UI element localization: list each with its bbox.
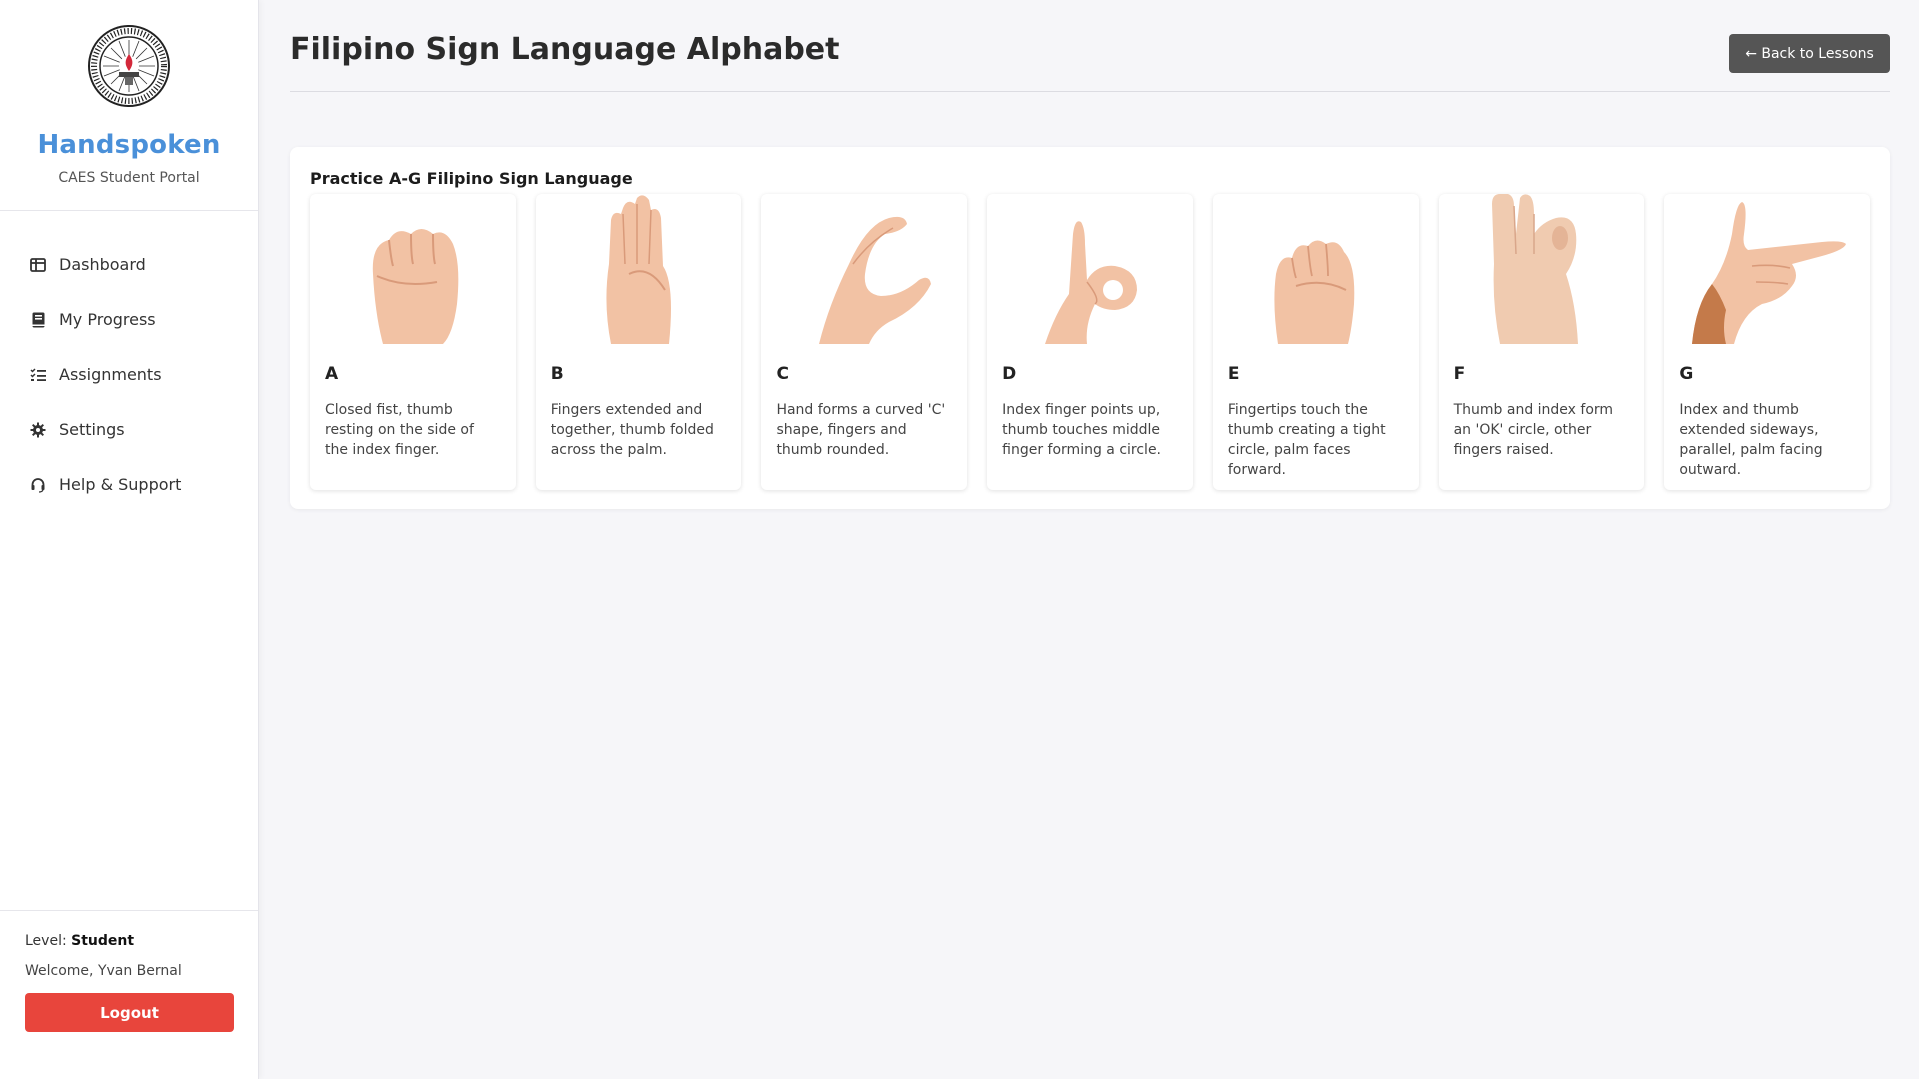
sign-card-e[interactable]: E Fingertips touch the thumb creating a … — [1212, 194, 1419, 490]
hand-sign-e-image — [1213, 194, 1419, 344]
main-content: Filipino Sign Language Alphabet ← Back t… — [290, 0, 1890, 509]
hand-sign-f-image — [1439, 194, 1645, 344]
headset-icon — [29, 476, 47, 494]
sidebar-item-label: My Progress — [59, 310, 156, 329]
sidebar-item-label: Help & Support — [59, 475, 182, 494]
sign-description: Fingers extended and together, thumb fol… — [550, 402, 714, 458]
sign-letter: C — [776, 364, 789, 384]
page-header: Filipino Sign Language Alphabet ← Back t… — [290, 0, 1890, 92]
sidebar-item-label: Dashboard — [59, 255, 146, 274]
sign-description: Index and thumb extended sideways, paral… — [1679, 402, 1823, 478]
gear-icon — [29, 421, 47, 439]
sign-card-f[interactable]: F Thumb and index form an 'OK' circle, o… — [1438, 194, 1645, 490]
sign-card-b[interactable]: B Fingers extended and together, thumb f… — [535, 194, 742, 490]
practice-panel: Practice A-G Filipino Sign Language A Cl… — [290, 147, 1890, 509]
back-to-lessons-button[interactable]: ← Back to Lessons — [1729, 34, 1890, 73]
user-level: Level: Student — [25, 933, 233, 949]
sign-description: Index finger points up, thumb touches mi… — [1002, 402, 1162, 458]
sign-letter: F — [1453, 364, 1466, 384]
sign-letter: A — [325, 364, 339, 384]
sidebar-item-dashboard[interactable]: Dashboard — [0, 237, 258, 292]
hand-sign-a-image — [310, 194, 516, 344]
sign-card-c[interactable]: C Hand forms a curved 'C' shape, fingers… — [761, 194, 968, 490]
sign-letter: B — [550, 364, 564, 384]
school-seal-logo — [88, 25, 170, 107]
brand-block: Handspoken CAES Student Portal — [0, 0, 258, 211]
sidebar-footer: Level: Student Welcome, Yvan Bernal Logo… — [0, 910, 258, 1079]
sign-card-a[interactable]: A Closed fist, thumb resting on the side… — [310, 194, 516, 490]
sidebar-nav: Dashboard My Progress Assignments Settin… — [0, 211, 258, 512]
hand-sign-g-image — [1664, 194, 1870, 344]
sign-letter: D — [1002, 364, 1017, 384]
sign-letter: E — [1227, 364, 1240, 384]
page-title: Filipino Sign Language Alphabet — [290, 32, 840, 67]
sign-card-g[interactable]: G Index and thumb extended sideways, par… — [1664, 194, 1871, 490]
sidebar-item-label: Settings — [59, 420, 125, 439]
logout-button[interactable]: Logout — [25, 993, 234, 1032]
brand-subtitle: CAES Student Portal — [58, 170, 200, 186]
level-value: Student — [71, 933, 135, 949]
sign-letter: G — [1679, 364, 1694, 384]
sidebar: Handspoken CAES Student Portal Dashboard… — [0, 0, 259, 1079]
sidebar-item-settings[interactable]: Settings — [0, 402, 258, 457]
hand-sign-c-image — [761, 194, 967, 344]
checklist-icon — [29, 366, 47, 384]
hand-sign-b-image — [536, 194, 742, 344]
sidebar-item-label: Assignments — [59, 365, 162, 384]
sidebar-item-help-support[interactable]: Help & Support — [0, 457, 258, 512]
brand-name: Handspoken — [37, 130, 221, 160]
sign-card-list: A Closed fist, thumb resting on the side… — [310, 194, 1871, 490]
sidebar-item-my-progress[interactable]: My Progress — [0, 292, 258, 347]
welcome-message: Welcome, Yvan Bernal — [25, 963, 182, 979]
sign-description: Fingertips touch the thumb creating a ti… — [1227, 402, 1386, 478]
sign-card-d[interactable]: D Index finger points up, thumb touches … — [987, 194, 1193, 490]
sign-description: Closed fist, thumb resting on the side o… — [325, 402, 474, 458]
dashboard-icon — [29, 256, 47, 274]
book-icon — [29, 311, 47, 329]
sign-description: Hand forms a curved 'C' shape, fingers a… — [776, 402, 946, 458]
sidebar-item-assignments[interactable]: Assignments — [0, 347, 258, 402]
hand-sign-d-image — [987, 194, 1193, 344]
panel-title: Practice A-G Filipino Sign Language — [310, 169, 633, 188]
sign-description: Thumb and index form an 'OK' circle, oth… — [1453, 402, 1614, 458]
level-label: Level: — [25, 933, 67, 949]
